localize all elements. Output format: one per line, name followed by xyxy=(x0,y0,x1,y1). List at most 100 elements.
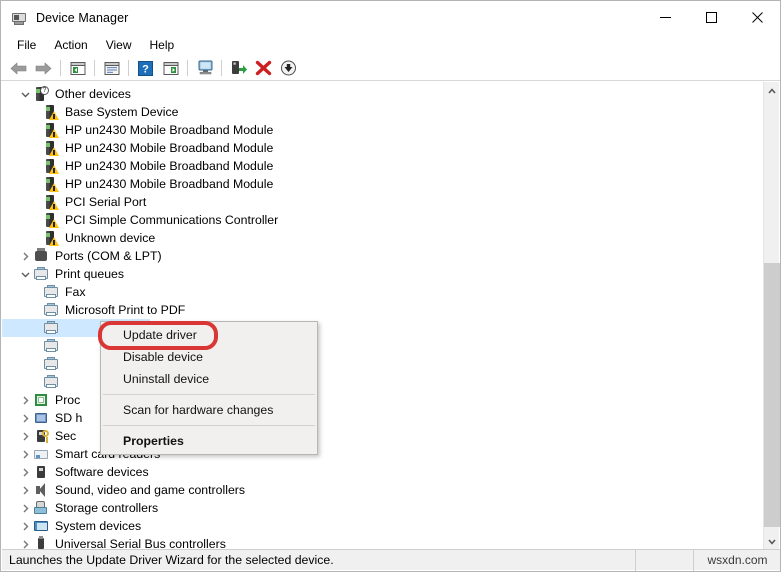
tree-row-ports[interactable]: Ports (COM & LPT) xyxy=(2,247,764,265)
chevron-down-icon[interactable] xyxy=(18,85,33,103)
toolbar-separator xyxy=(187,60,188,76)
tree-row-hp-broadband-4[interactable]: HP un2430 Mobile Broadband Module xyxy=(2,175,764,193)
scroll-down-arrow-icon[interactable] xyxy=(764,533,780,550)
tree-row-pci-simple-comms[interactable]: PCI Simple Communications Controller xyxy=(2,211,764,229)
context-menu-item-disable-device[interactable]: Disable device xyxy=(101,346,317,368)
svg-text:?: ? xyxy=(142,63,149,75)
tree-row-label: Unknown device xyxy=(65,231,156,245)
tree-row-fax[interactable]: Fax xyxy=(2,283,764,301)
tree-row-hp-broadband-1[interactable]: HP un2430 Mobile Broadband Module xyxy=(2,121,764,139)
unknown-device-warning-icon xyxy=(43,212,59,228)
tree-row-usb-controllers[interactable]: Universal Serial Bus controllers xyxy=(2,535,764,550)
status-bar: Launches the Update Driver Wizard for th… xyxy=(2,549,780,571)
printer-icon xyxy=(43,302,59,318)
uninstall-device-icon[interactable] xyxy=(251,57,276,80)
forward-icon[interactable] xyxy=(31,57,56,80)
menu-view[interactable]: View xyxy=(97,36,141,55)
chevron-right-icon[interactable] xyxy=(18,391,33,409)
tree-row-microsoft-print-to-pdf[interactable]: Microsoft Print to PDF xyxy=(2,301,764,319)
tree-row-system-devices[interactable]: System devices xyxy=(2,517,764,535)
context-menu-separator xyxy=(103,394,315,395)
menu-file[interactable]: File xyxy=(8,36,45,55)
tree-row-label: Other devices xyxy=(55,87,131,101)
vertical-scrollbar[interactable] xyxy=(763,82,780,550)
tree-row-hp-broadband-3[interactable]: HP un2430 Mobile Broadband Module xyxy=(2,157,764,175)
chevron-right-icon[interactable] xyxy=(18,517,33,535)
device-tree-list: ? Other devices Base System Device HP un… xyxy=(2,82,764,550)
tree-row-label: HP un2430 Mobile Broadband Module xyxy=(65,177,274,191)
unknown-device-warning-icon xyxy=(43,122,59,138)
device-tree[interactable]: ? Other devices Base System Device HP un… xyxy=(2,82,764,550)
menu-help[interactable]: Help xyxy=(141,36,184,55)
chevron-right-icon[interactable] xyxy=(18,499,33,517)
tree-row-pci-serial-port[interactable]: PCI Serial Port xyxy=(2,193,764,211)
context-menu-item-update-driver[interactable]: Update driver xyxy=(101,324,317,346)
tree-row-label: Base System Device xyxy=(65,105,179,119)
window-controls xyxy=(642,1,780,34)
tree-row-label: System devices xyxy=(55,519,142,533)
tree-row-hp-broadband-2[interactable]: HP un2430 Mobile Broadband Module xyxy=(2,139,764,157)
back-icon[interactable] xyxy=(6,57,31,80)
scan-for-hardware-changes-icon[interactable] xyxy=(192,57,217,80)
disable-device-icon[interactable] xyxy=(276,57,301,80)
scrollbar-thumb[interactable] xyxy=(764,263,780,527)
software-devices-icon xyxy=(33,464,49,480)
toolbar-separator xyxy=(128,60,129,76)
maximize-button[interactable] xyxy=(688,1,734,34)
chevron-right-icon[interactable] xyxy=(18,445,33,463)
menu-bar: File Action View Help xyxy=(1,34,780,56)
tree-row-label: SD h xyxy=(55,411,83,425)
chevron-right-icon[interactable] xyxy=(18,481,33,499)
scroll-up-arrow-icon[interactable] xyxy=(764,82,780,99)
system-devices-icon xyxy=(33,518,49,534)
title-bar: Device Manager xyxy=(1,1,780,34)
security-devices-icon xyxy=(33,428,49,444)
help-icon[interactable]: ? xyxy=(133,57,158,80)
context-menu-separator xyxy=(103,425,315,426)
chevron-right-icon[interactable] xyxy=(18,463,33,481)
tree-row-label: Proc xyxy=(55,393,81,407)
status-bar-text: Launches the Update Driver Wizard for th… xyxy=(9,553,334,567)
device-manager-window: Device Manager File Action View Help ? ?… xyxy=(0,0,781,572)
tree-row-base-system-device[interactable]: Base System Device xyxy=(2,103,764,121)
context-menu-item-uninstall-device[interactable]: Uninstall device xyxy=(101,368,317,390)
close-button[interactable] xyxy=(734,1,780,34)
tree-row-label: HP un2430 Mobile Broadband Module xyxy=(65,123,274,137)
chevron-right-icon[interactable] xyxy=(18,427,33,445)
unknown-device-warning-icon xyxy=(43,176,59,192)
smart-card-readers-icon xyxy=(33,446,49,462)
tree-row-label: Storage controllers xyxy=(55,501,159,515)
menu-action[interactable]: Action xyxy=(45,36,96,55)
sd-host-adapters-icon xyxy=(33,410,49,426)
device-manager-icon xyxy=(11,10,27,26)
unknown-device-warning-icon xyxy=(43,230,59,246)
tree-row-other-devices[interactable]: ? Other devices xyxy=(2,85,764,103)
sound-controllers-icon xyxy=(33,482,49,498)
show-hide-action-pane-icon[interactable] xyxy=(158,57,183,80)
tree-row-software-devices[interactable]: Software devices xyxy=(2,463,764,481)
tree-row-label: Universal Serial Bus controllers xyxy=(55,537,226,550)
tree-row-label: Print queues xyxy=(55,267,125,281)
status-bar-cell xyxy=(635,549,693,571)
watermark: wsxdn.com xyxy=(693,549,780,571)
tree-row-label: HP un2430 Mobile Broadband Module xyxy=(65,159,274,173)
context-menu[interactable]: Update driver Disable device Uninstall d… xyxy=(98,321,318,455)
properties-icon[interactable] xyxy=(99,57,124,80)
tree-row-label: Software devices xyxy=(55,465,149,479)
chevron-right-icon[interactable] xyxy=(18,409,33,427)
tree-row-print-queues[interactable]: Print queues xyxy=(2,265,764,283)
ports-icon xyxy=(33,248,49,264)
chevron-down-icon[interactable] xyxy=(18,265,33,283)
tree-row-storage-controllers[interactable]: Storage controllers xyxy=(2,499,764,517)
update-driver-icon[interactable] xyxy=(226,57,251,80)
tree-row-sound-controllers[interactable]: Sound, video and game controllers xyxy=(2,481,764,499)
tree-row-unknown-device[interactable]: Unknown device xyxy=(2,229,764,247)
tree-row-label: PCI Simple Communications Controller xyxy=(65,213,279,227)
show-hide-console-tree-icon[interactable] xyxy=(65,57,90,80)
minimize-button[interactable] xyxy=(642,1,688,34)
chevron-right-icon[interactable] xyxy=(18,247,33,265)
chevron-right-icon[interactable] xyxy=(18,535,33,550)
toolbar-separator xyxy=(60,60,61,76)
context-menu-item-scan-for-hardware-changes[interactable]: Scan for hardware changes xyxy=(101,399,317,421)
context-menu-item-properties[interactable]: Properties xyxy=(101,430,317,452)
